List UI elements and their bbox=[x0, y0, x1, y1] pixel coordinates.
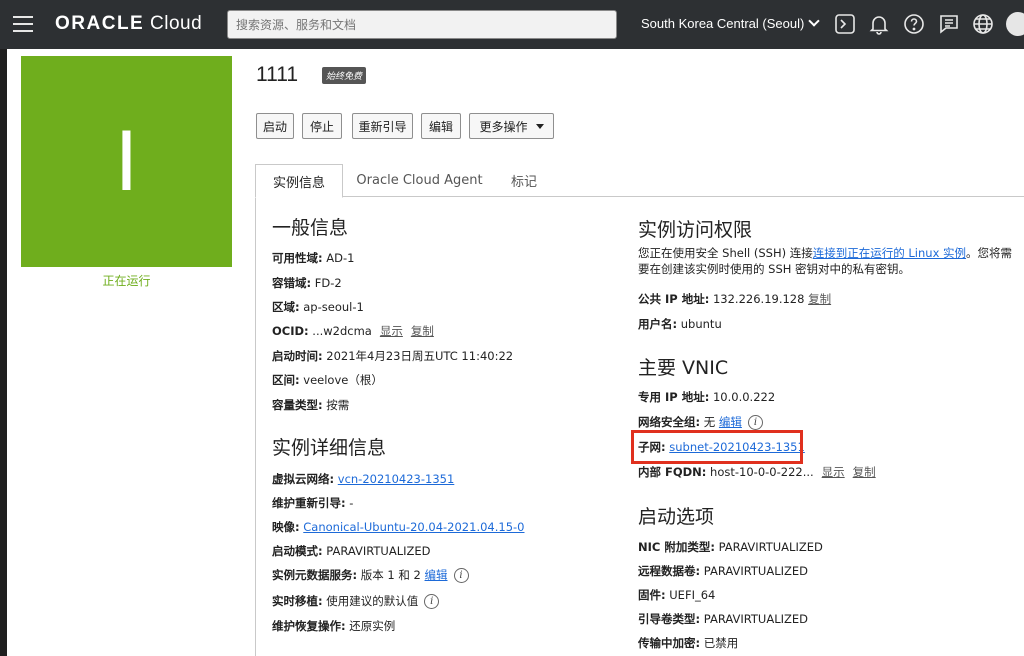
chat-icon[interactable] bbox=[937, 12, 961, 36]
instance-access-heading: 实例访问权限 bbox=[638, 219, 753, 241]
content-border bbox=[255, 196, 256, 656]
stop-button[interactable]: 停止 bbox=[302, 113, 342, 139]
left-edge bbox=[0, 0, 7, 656]
metadata-service-row: 实例元数据服务: 版本 1 和 2 编辑 i bbox=[272, 567, 469, 583]
remote-volume-row: 远程数据卷: PARAVIRTUALIZED bbox=[638, 564, 809, 578]
compartment-row: 区间: veelove（根） bbox=[272, 373, 383, 387]
maintenance-reboot-row: 维护重新引导: - bbox=[272, 496, 354, 510]
availability-domain-row: 可用性域: AD-1 bbox=[272, 251, 355, 265]
internal-fqdn-row: 内部 FQDN: host-10-0-0-222... 显示 复制 bbox=[638, 465, 876, 479]
nic-attachment-row: NIC 附加类型: PARAVIRTUALIZED bbox=[638, 540, 823, 554]
instance-avatar-letter: I bbox=[114, 113, 139, 209]
info-icon[interactable]: i bbox=[424, 594, 440, 609]
instance-avatar: I bbox=[21, 56, 232, 267]
region-selector[interactable]: South Korea Central (Seoul) bbox=[641, 15, 820, 31]
search-input[interactable] bbox=[227, 10, 617, 39]
menu-icon[interactable] bbox=[13, 16, 33, 32]
boot-volume-row: 引导卷类型: PARAVIRTUALIZED bbox=[638, 612, 809, 626]
reboot-button[interactable]: 重新引导 bbox=[352, 113, 413, 139]
in-transit-encryption-row: 传输中加密: 已禁用 bbox=[638, 636, 739, 650]
help-icon[interactable] bbox=[902, 12, 926, 36]
info-icon[interactable]: i bbox=[747, 415, 763, 430]
vcn-link[interactable]: vcn-20210423-1351 bbox=[338, 472, 455, 486]
ssh-access-description: 您正在使用安全 Shell (SSH) 连接连接到正在运行的 Linux 实例。… bbox=[638, 246, 1013, 276]
capacity-type-row: 容量类型: 按需 bbox=[272, 398, 350, 412]
fqdn-show-link[interactable]: 显示 bbox=[822, 465, 845, 479]
general-info-heading: 一般信息 bbox=[272, 217, 349, 239]
vcn-row: 虚拟云网络: vcn-20210423-1351 bbox=[272, 472, 455, 486]
chevron-down-icon bbox=[808, 15, 820, 27]
bell-icon[interactable] bbox=[867, 12, 891, 36]
private-ip-row: 专用 IP 地址: 10.0.0.222 bbox=[638, 390, 776, 404]
edit-button[interactable]: 编辑 bbox=[421, 113, 461, 139]
caret-down-icon bbox=[535, 123, 544, 129]
recovery-action-row: 维护恢复操作: 还原实例 bbox=[272, 619, 396, 633]
image-link[interactable]: Canonical-Ubuntu-20.04-2021.04.15-0 bbox=[303, 520, 524, 534]
ocid-row: OCID: ...w2dcma 显示 复制 bbox=[272, 324, 434, 338]
profile-avatar[interactable] bbox=[1006, 12, 1024, 36]
page-title: 1111 bbox=[256, 63, 299, 86]
instance-details-heading: 实例详细信息 bbox=[272, 437, 387, 459]
firmware-row: 固件: UEFI_64 bbox=[638, 588, 716, 602]
image-row: 映像: Canonical-Ubuntu-20.04-2021.04.15-0 bbox=[272, 520, 525, 534]
launched-row: 启动时间: 2021年4月23日周五UTC 11:40:22 bbox=[272, 349, 514, 363]
tab-oracle-cloud-agent[interactable]: Oracle Cloud Agent bbox=[352, 164, 487, 197]
instance-status: 正在运行 bbox=[102, 274, 151, 288]
launch-options-heading: 启动选项 bbox=[638, 506, 715, 528]
nsg-row: 网络安全组: 无 编辑 i bbox=[638, 414, 763, 430]
top-header: ORACLE Cloud South Korea Central (Seoul) bbox=[0, 0, 1024, 49]
public-ip-row: 公共 IP 地址: 132.226.19.128 复制 bbox=[638, 292, 832, 306]
fault-domain-row: 容错域: FD-2 bbox=[272, 276, 342, 290]
always-free-badge: 始终免费 bbox=[322, 67, 367, 84]
ocid-show-link[interactable]: 显示 bbox=[380, 324, 403, 338]
username-row: 用户名: ubuntu bbox=[638, 317, 722, 331]
fqdn-copy-link[interactable]: 复制 bbox=[853, 465, 876, 479]
oracle-cloud-logo[interactable]: ORACLE Cloud bbox=[55, 13, 202, 35]
globe-icon[interactable] bbox=[971, 12, 995, 36]
connect-linux-link[interactable]: 连接到正在运行的 Linux 实例 bbox=[813, 246, 966, 260]
cloud-shell-icon[interactable] bbox=[833, 12, 857, 36]
launch-mode-row: 启动模式: PARAVIRTUALIZED bbox=[272, 544, 431, 558]
primary-vnic-heading: 主要 VNIC bbox=[638, 357, 729, 379]
info-icon[interactable]: i bbox=[453, 568, 469, 583]
tab-instance-info[interactable]: 实例信息 bbox=[255, 164, 343, 198]
region-row: 区域: ap-seoul-1 bbox=[272, 300, 364, 314]
tab-tags[interactable]: 标记 bbox=[500, 164, 548, 197]
live-migration-row: 实时移植: 使用建议的默认值 i bbox=[272, 593, 440, 609]
more-actions-button[interactable]: 更多操作 bbox=[469, 113, 554, 139]
subnet-highlight-box bbox=[631, 430, 803, 464]
nsg-edit-link[interactable]: 编辑 bbox=[719, 415, 742, 429]
public-ip-copy-link[interactable]: 复制 bbox=[808, 292, 831, 306]
ocid-copy-link[interactable]: 复制 bbox=[411, 324, 434, 338]
metadata-edit-link[interactable]: 编辑 bbox=[425, 568, 448, 582]
start-button[interactable]: 启动 bbox=[256, 113, 294, 139]
